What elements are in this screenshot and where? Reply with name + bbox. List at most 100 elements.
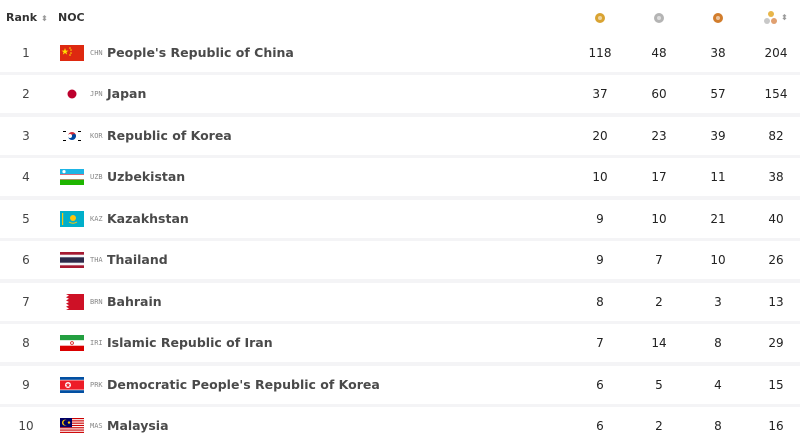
gold-count: 10 [592,170,608,184]
noc-code: CHN [90,49,103,57]
noc-code: PRK [90,381,103,389]
silver-count: 17 [651,170,667,184]
total-sort-glyph: ⬍ [781,13,788,22]
gold-count: 9 [596,212,604,226]
bronze-count: 11 [710,170,726,184]
silver-count: 5 [655,378,663,392]
gold-count: 20 [592,129,608,143]
noc-code: KOR [90,132,103,140]
country-name-link[interactable]: Kazakhstan [107,211,189,226]
table-row[interactable]: 9 PRK Democratic People's Republic of Ko… [0,366,800,404]
gold-medal-icon[interactable] [595,13,605,23]
gold-count: 6 [596,378,604,392]
rank-cell: 6 [22,253,30,267]
total-medals-icon[interactable] [764,11,780,25]
table-row[interactable]: 2 JPN Japan 37 60 57 154 [0,75,800,113]
silver-count: 2 [655,419,663,433]
bronze-count: 39 [710,129,726,143]
bronze-count: 21 [710,212,726,226]
silver-count: 23 [651,129,667,143]
rank-header-label: Rank [6,11,38,24]
china-flag-icon [60,45,84,61]
gold-count: 7 [596,336,604,350]
table-row[interactable]: 5 KAZ Kazakhstan 9 10 21 40 [0,200,800,238]
country-name-link[interactable]: Republic of Korea [107,128,232,143]
gold-count: 6 [596,419,604,433]
north-korea-flag-icon [60,377,84,393]
total-count: 40 [768,212,784,226]
rank-cell: 9 [22,378,30,392]
noc-code: THA [90,256,103,264]
total-count: 38 [768,170,784,184]
table-header: Rank ⬍ NOC ⬍ [0,0,800,34]
iran-flag-icon [60,335,84,351]
malaysia-flag-icon [60,418,84,434]
bronze-count: 38 [710,46,726,60]
country-name-link[interactable]: Islamic Republic of Iran [107,335,273,350]
noc-code: BRN [90,298,103,306]
rank-cell: 2 [22,87,30,101]
noc-header-label: NOC [58,11,85,24]
silver-medal-icon[interactable] [654,13,664,23]
silver-count: 48 [651,46,667,60]
thailand-flag-icon [60,252,84,268]
total-count: 82 [768,129,784,143]
total-count: 16 [768,419,784,433]
bronze-medal-icon[interactable] [713,13,723,23]
rank-column-header[interactable]: Rank ⬍ [6,11,48,24]
kazakhstan-flag-icon [60,211,84,227]
gold-count: 9 [596,253,604,267]
bronze-count: 57 [710,87,726,101]
bronze-count: 8 [714,419,722,433]
japan-flag-icon [60,86,84,102]
silver-count: 60 [651,87,667,101]
country-name-link[interactable]: Malaysia [107,418,169,433]
table-row[interactable]: 7 BRN Bahrain 8 2 3 13 [0,283,800,321]
noc-code: MAS [90,422,103,430]
country-name-link[interactable]: Japan [107,86,146,101]
total-count: 13 [768,295,784,309]
silver-count: 10 [651,212,667,226]
country-name-link[interactable]: Democratic People's Republic of Korea [107,377,380,392]
gold-count: 118 [588,46,612,60]
bronze-count: 10 [710,253,726,267]
country-name-link[interactable]: Bahrain [107,294,162,309]
total-count: 154 [764,87,788,101]
bronze-count: 4 [714,378,722,392]
rank-cell: 1 [22,46,30,60]
total-count: 15 [768,378,784,392]
gold-count: 8 [596,295,604,309]
table-row[interactable]: 6 THA Thailand 9 7 10 26 [0,241,800,279]
gold-count: 37 [592,87,608,101]
total-sort-icon[interactable]: ⬍ [781,10,788,23]
silver-count: 7 [655,253,663,267]
table-row[interactable]: 10 MAS Malaysia 6 2 8 16 [0,407,800,447]
bronze-count: 3 [714,295,722,309]
total-count: 26 [768,253,784,267]
rank-cell: 5 [22,212,30,226]
sort-icon[interactable]: ⬍ [41,14,48,23]
korea-flag-icon [60,128,84,144]
country-name-link[interactable]: People's Republic of China [107,45,294,60]
rank-cell: 7 [22,295,30,309]
noc-code: UZB [90,173,103,181]
silver-count: 2 [655,295,663,309]
rank-cell: 4 [22,170,30,184]
uzbekistan-flag-icon [60,169,84,185]
country-name-link[interactable]: Thailand [107,252,168,267]
noc-code: KAZ [90,215,103,223]
bahrain-flag-icon [60,294,84,310]
bronze-count: 8 [714,336,722,350]
total-count: 204 [764,46,788,60]
table-row[interactable]: 4 UZB Uzbekistan 10 17 11 38 [0,158,800,196]
country-name-link[interactable]: Uzbekistan [107,169,185,184]
silver-count: 14 [651,336,667,350]
noc-code: IRI [90,339,103,347]
table-row[interactable]: 3 KOR Republic of Korea 20 23 39 82 [0,117,800,155]
table-row[interactable]: 1 CHN People's Republic of China 118 48 … [0,34,800,72]
noc-column-header: NOC [58,11,85,24]
rank-cell: 8 [22,336,30,350]
rank-cell: 3 [22,129,30,143]
noc-code: JPN [90,90,103,98]
table-row[interactable]: 8 IRI Islamic Republic of Iran 7 14 8 29 [0,324,800,362]
